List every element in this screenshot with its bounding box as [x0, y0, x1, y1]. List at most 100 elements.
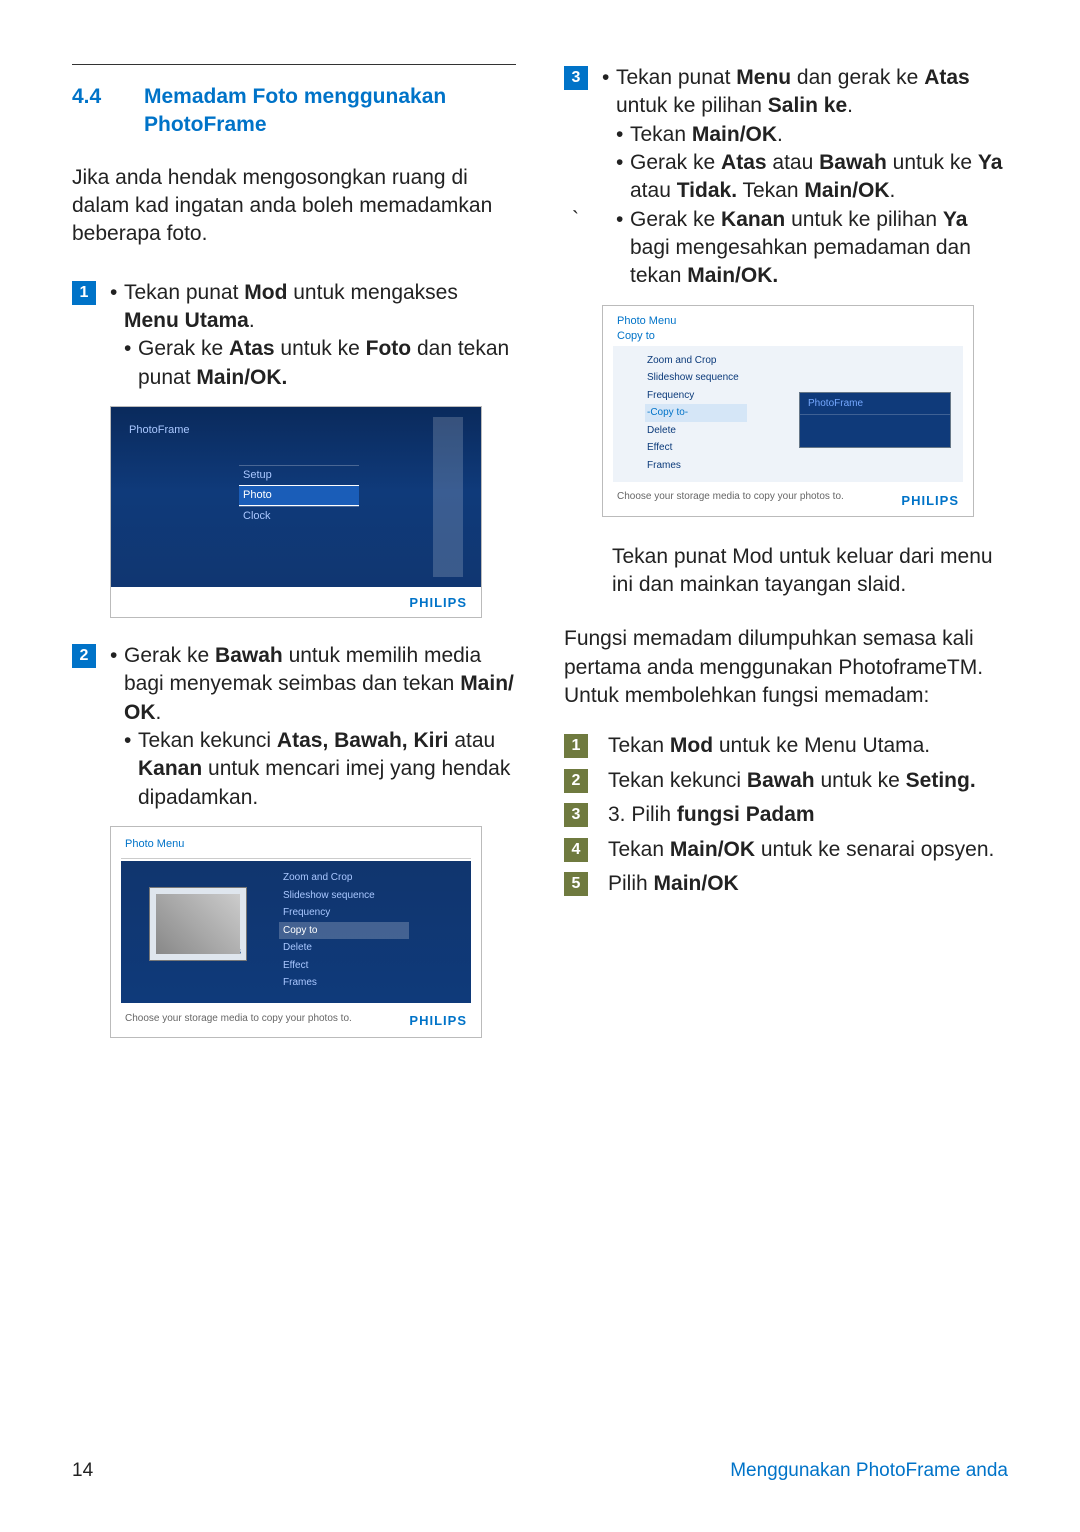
mock-item: Clock	[239, 506, 359, 526]
t: Atas	[229, 337, 275, 360]
t: Mod	[670, 734, 713, 757]
t: Seting.	[906, 769, 976, 792]
t: Tekan punat	[616, 66, 736, 89]
step-badge: 1	[564, 734, 588, 758]
mock-item: Effect	[647, 439, 747, 457]
mock-menu: Zoom and Crop Slideshow sequence Frequen…	[279, 869, 409, 992]
t: Atas	[721, 151, 767, 174]
t: Atas, Bawah, Kiri	[277, 729, 449, 752]
step-badge-2: 2	[72, 644, 96, 668]
t: Mod	[244, 281, 287, 304]
philips-logo: PHILIPS	[901, 492, 959, 510]
t: Tekan kekunci	[608, 769, 747, 792]
step-badge: 4	[564, 838, 588, 862]
section-title: Memadam Foto menggunakan PhotoFrame	[144, 83, 516, 140]
t: Menu Utama	[124, 309, 249, 332]
t: untuk ke	[887, 151, 978, 174]
t: untuk ke Menu Utama.	[713, 734, 930, 757]
t: atau	[767, 151, 820, 174]
screenshot-copy-to: Photo Menu Copy to Zoom and Crop Slidesh…	[602, 305, 974, 517]
step-badge-3: 3	[564, 66, 588, 90]
mock-item: Frames	[279, 974, 409, 992]
t: Gerak ke	[630, 151, 721, 174]
step-2: 2 • Gerak ke Bawah untuk memilih media b…	[72, 642, 516, 812]
mock-item-selected: -Copy to-	[645, 404, 747, 422]
t: atau	[630, 179, 677, 202]
t: Kanan	[138, 757, 202, 780]
t: untuk ke pilihan	[616, 94, 768, 117]
section-number: 4.4	[72, 83, 144, 140]
step-badge: 2	[564, 769, 588, 793]
t: .	[156, 701, 162, 724]
t: Main/OK	[670, 838, 755, 861]
mock-item: Frequency	[647, 387, 747, 405]
t: Main/OK	[692, 123, 777, 146]
t: PHILIPS	[214, 948, 241, 957]
t: Tidak.	[677, 179, 737, 202]
t: Tekan	[630, 123, 692, 146]
t: Tekan kekunci	[138, 729, 277, 752]
t: .	[777, 123, 783, 146]
mock-title: Photo Menu	[603, 306, 973, 329]
section-rule	[72, 64, 516, 65]
t: dan gerak ke	[791, 66, 924, 89]
page-body: 4.4 Memadam Foto menggunakan PhotoFrame …	[0, 0, 1080, 1062]
enable-step-4: 4 Tekan Main/OK untuk ke senarai opsyen.	[564, 836, 1008, 864]
page-number: 14	[72, 1458, 93, 1484]
t: Foto	[366, 337, 411, 360]
mock-item: Zoom and Crop	[647, 352, 747, 370]
t: Bawah	[819, 151, 887, 174]
t: Main/OK.	[687, 264, 778, 287]
step-3: 3 • Tekan punat Menu dan gerak ke Atas u…	[564, 64, 1008, 291]
screenshot-photo-menu: Photo Menu PHILIPS Zoom and Crop Slidesh…	[110, 826, 482, 1038]
t: fungsi Padam	[677, 803, 815, 826]
footer-section: Menggunakan PhotoFrame anda	[730, 1458, 1008, 1484]
t: .	[847, 94, 853, 117]
exit-note: Tekan punat Mod untuk keluar dari menu i…	[612, 543, 1008, 600]
t: Menu	[736, 66, 791, 89]
t: Pilih	[608, 872, 654, 895]
step-badge: 3	[564, 803, 588, 827]
t: .	[890, 179, 896, 202]
t: bagi mengesahkan pemadaman dan tekan	[630, 236, 971, 287]
philips-logo: PHILIPS	[409, 594, 467, 612]
step-badge: 5	[564, 872, 588, 896]
mock-item: Setup	[239, 465, 359, 485]
t: 3. Pilih	[608, 803, 677, 826]
mock-item: Zoom and Crop	[279, 869, 409, 887]
t: Tekan	[608, 734, 670, 757]
t: Tekan	[737, 179, 804, 202]
t: Bawah	[215, 644, 283, 667]
enable-step-3: 3 3. Pilih fungsi Padam	[564, 801, 1008, 829]
t: atau	[448, 729, 495, 752]
t: Main/OK	[654, 872, 739, 895]
t: Ya	[943, 208, 968, 231]
enable-step-2: 2 Tekan kekunci Bawah untuk ke Seting.	[564, 767, 1008, 795]
t: Tekan	[608, 838, 670, 861]
mock-subtitle: Copy to	[603, 329, 973, 348]
mock-item: Slideshow sequence	[279, 887, 409, 905]
page-footer: 14 Menggunakan PhotoFrame anda	[72, 1458, 1008, 1484]
t: Gerak ke	[630, 208, 721, 231]
mock-popup-item: PhotoFrame	[800, 393, 950, 416]
t: untuk ke pilihan	[785, 208, 943, 231]
mock-item: Slideshow sequence	[647, 369, 747, 387]
right-column: 3 • Tekan punat Menu dan gerak ke Atas u…	[564, 64, 1008, 1062]
step-badge-1: 1	[72, 281, 96, 305]
mock-item: Delete	[647, 422, 747, 440]
left-column: 4.4 Memadam Foto menggunakan PhotoFrame …	[72, 64, 516, 1062]
mock-item: Frequency	[279, 904, 409, 922]
t: untuk mengakses	[287, 281, 457, 304]
section-heading: 4.4 Memadam Foto menggunakan PhotoFrame	[72, 83, 516, 140]
enable-intro: Fungsi memadam dilumpuhkan semasa kali p…	[564, 625, 1008, 710]
mock-item: Frames	[647, 457, 747, 475]
t: Gerak ke	[138, 337, 229, 360]
mock-title: Photo Menu	[111, 827, 481, 858]
mock-item: Delete	[279, 939, 409, 957]
mock-popup: PhotoFrame	[799, 392, 951, 448]
step-1: 1 • Tekan punat Mod untuk mengakses Menu…	[72, 279, 516, 392]
mock-menu: Zoom and Crop Slideshow sequence Frequen…	[647, 352, 747, 475]
mock-item: Effect	[279, 957, 409, 975]
mock-item-selected: Copy to	[279, 922, 409, 940]
mock-thumbnail: PHILIPS	[149, 887, 247, 961]
